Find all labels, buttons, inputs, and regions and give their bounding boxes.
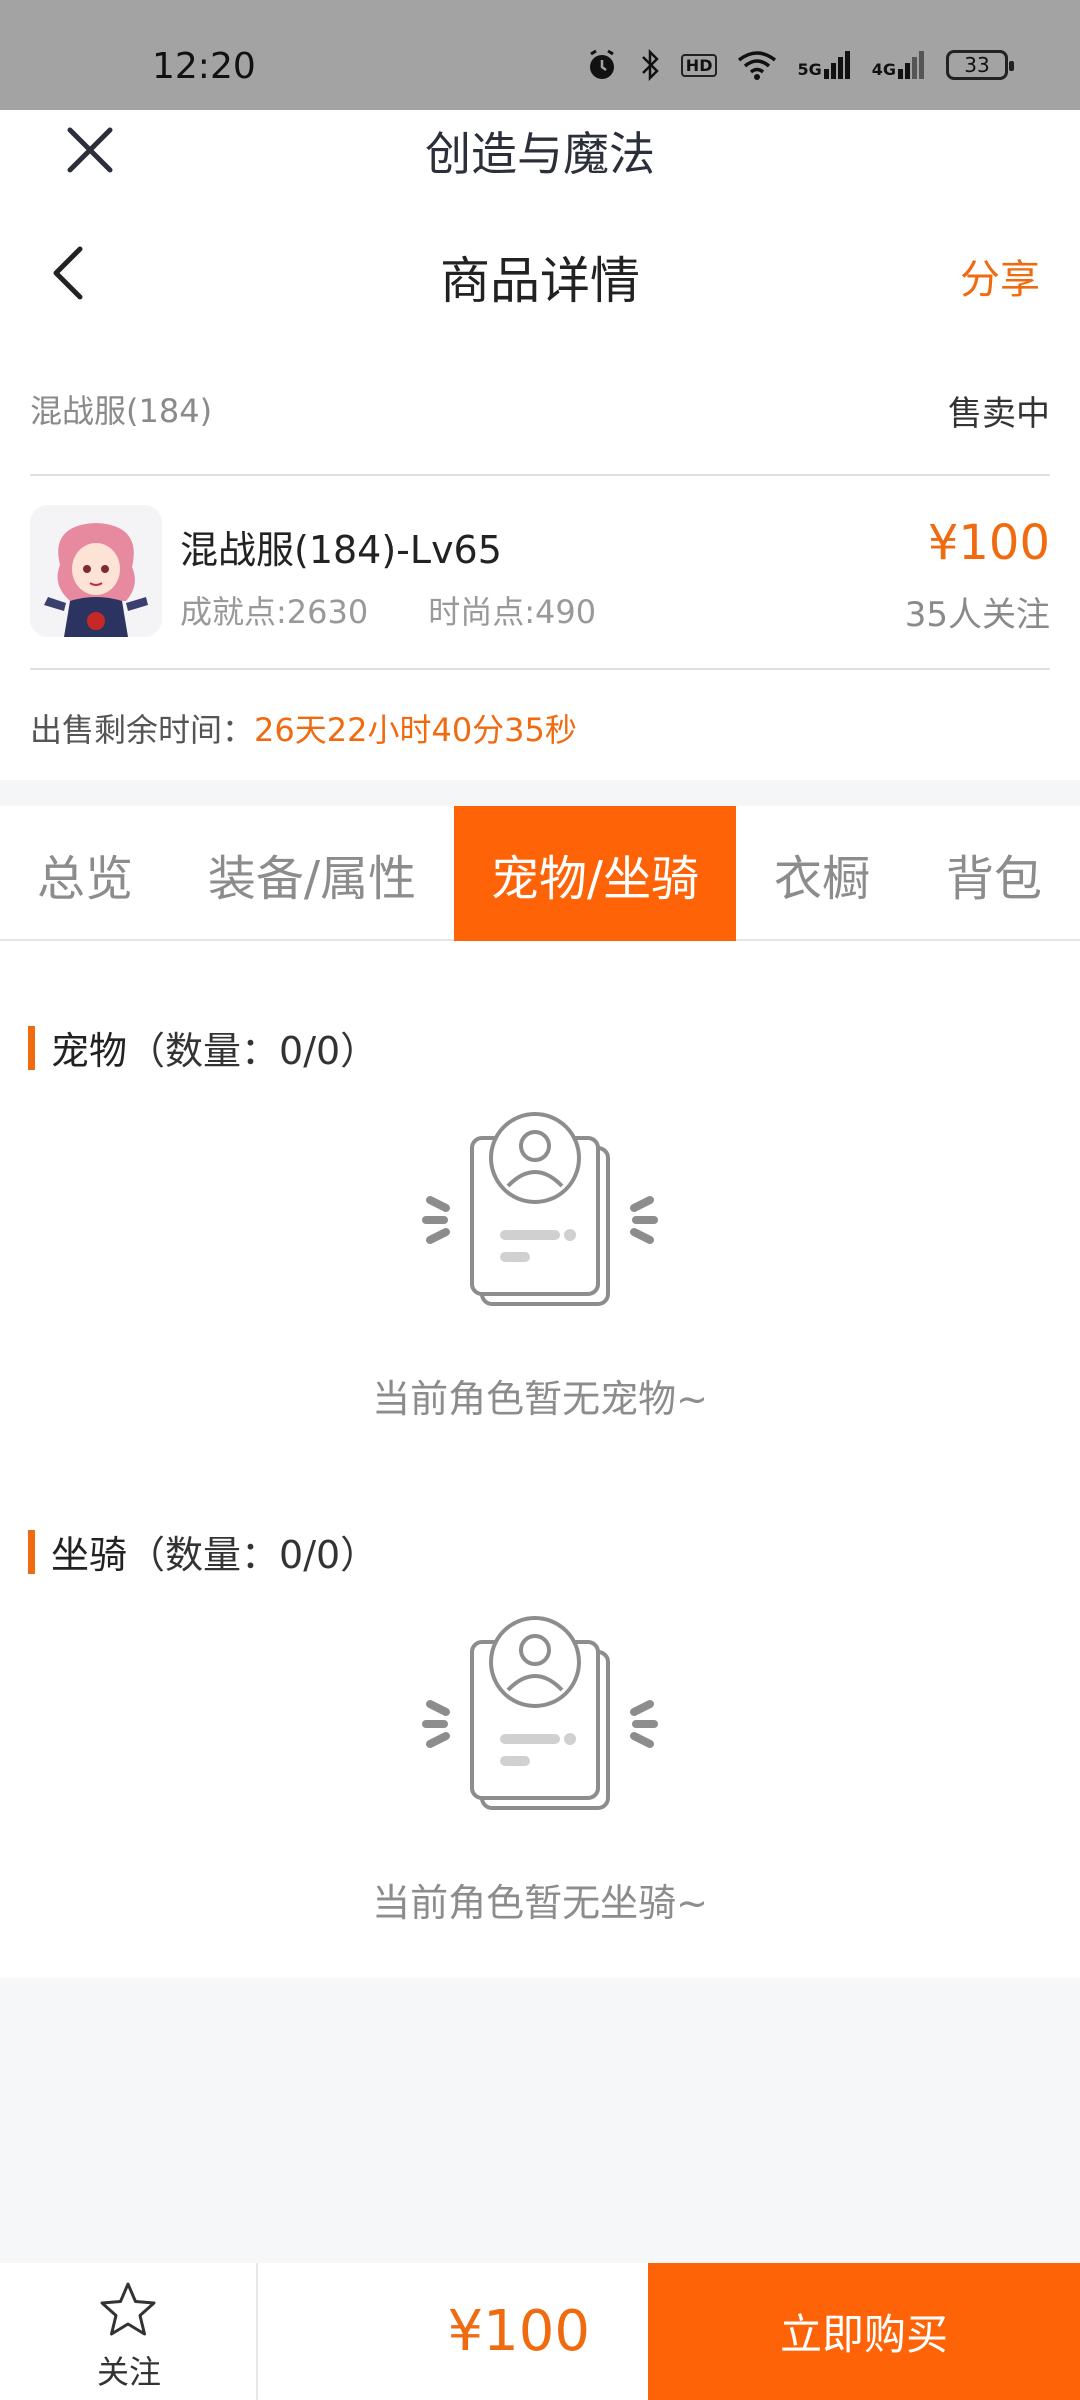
tab-backpack[interactable]: 背包 xyxy=(908,806,1080,941)
tab-overview[interactable]: 总览 xyxy=(0,806,170,941)
server-name: 混战服(184) xyxy=(30,392,213,430)
section-accent-bar xyxy=(28,1025,35,1070)
pets-count: （数量：0/0） xyxy=(127,1029,379,1073)
nav-header: 商品详情 分享 xyxy=(0,215,1080,325)
empty-profile-icon xyxy=(422,1112,658,1306)
signal-4g-icon: 4G xyxy=(872,51,926,79)
follower-count: 35人关注 xyxy=(904,595,1050,635)
achievement-points: 成就点:2630 xyxy=(180,593,369,631)
pets-empty-message: 当前角色暂无宠物~ xyxy=(372,1377,708,1421)
divider xyxy=(30,668,1050,670)
follow-label: 关注 xyxy=(96,2353,161,2391)
star-icon xyxy=(100,2282,156,2336)
server-row: 混战服(184) 售卖中 xyxy=(30,380,1050,440)
bluetooth-icon xyxy=(641,48,659,82)
hd-icon: HD xyxy=(680,53,718,77)
product-title: 混战服(184)-Lv65 xyxy=(180,528,502,572)
tab-bar: 总览 装备/属性 宠物/坐骑 衣橱 背包 xyxy=(0,806,1080,941)
mounts-count: （数量：0/0） xyxy=(127,1533,379,1577)
product-card: 混战服(184)-Lv65 成就点:2630 时尚点:490 ¥100 35人关… xyxy=(30,505,1050,640)
mounts-title: 坐骑 xyxy=(51,1533,128,1577)
mini-app-header: 创造与魔法 xyxy=(0,110,1080,190)
page-title: 商品详情 xyxy=(440,252,640,310)
wifi-icon xyxy=(738,51,777,80)
fashion-points: 时尚点:490 xyxy=(428,593,597,631)
mini-app-title: 创造与魔法 xyxy=(425,127,655,181)
tab-pets-mounts[interactable]: 宠物/坐骑 xyxy=(454,806,736,941)
mounts-empty-message: 当前角色暂无坐骑~ xyxy=(372,1881,708,1925)
remaining-time-label: 出售剩余时间： xyxy=(30,711,255,749)
empty-profile-icon xyxy=(422,1616,658,1810)
pets-section-title: 宠物 （数量：0/0） xyxy=(28,1020,378,1075)
signal-5g-icon: 5G xyxy=(797,51,851,79)
tab-equipment[interactable]: 装备/属性 xyxy=(170,806,454,941)
status-bar: 12:20 HD 5G 4G 33 xyxy=(0,0,1080,110)
character-avatar xyxy=(30,505,162,637)
status-icons: HD 5G 4G 33 xyxy=(585,48,1014,82)
content-footer-area xyxy=(0,1978,1080,2263)
bottom-action-bar: 关注 ¥100 立即购买 xyxy=(0,2263,1080,2400)
pets-title: 宠物 xyxy=(51,1029,128,1073)
tab-wardrobe[interactable]: 衣橱 xyxy=(736,806,908,941)
follow-button[interactable]: 关注 xyxy=(0,2263,258,2400)
battery-icon: 33 xyxy=(946,50,1014,80)
divider xyxy=(30,474,1050,476)
section-accent-bar xyxy=(28,1529,35,1574)
status-time: 12:20 xyxy=(152,46,256,87)
mounts-section-title: 坐骑 （数量：0/0） xyxy=(28,1524,378,1579)
product-stats: 成就点:2630 时尚点:490 xyxy=(180,587,596,633)
countdown: 26天22小时40分35秒 xyxy=(254,711,577,749)
product-price: ¥100 xyxy=(927,515,1050,571)
alarm-icon xyxy=(589,49,614,79)
sale-status: 售卖中 xyxy=(948,394,1050,434)
share-button[interactable]: 分享 xyxy=(960,247,1040,305)
section-gap xyxy=(0,780,1080,806)
remaining-time: 出售剩余时间：26天22小时40分35秒 xyxy=(30,705,577,751)
bottom-price: ¥100 xyxy=(447,2299,590,2364)
buy-now-button[interactable]: 立即购买 xyxy=(648,2263,1080,2400)
